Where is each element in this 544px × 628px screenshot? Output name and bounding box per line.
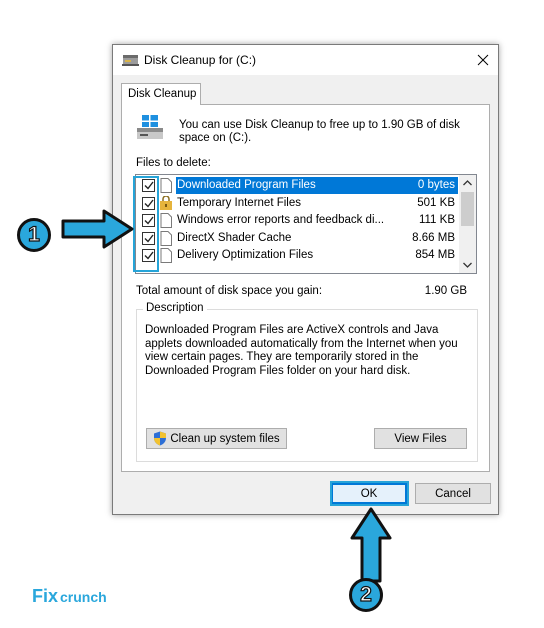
disk-cleanup-dialog: Disk Cleanup for (C:) Disk Cleanup You c… [112, 44, 499, 515]
drive-cleanup-icon [137, 115, 163, 139]
tab-label: Disk Cleanup [128, 88, 197, 100]
step-1-badge: 1 [17, 218, 51, 252]
clean-up-system-files-button[interactable]: Clean up system files [146, 428, 287, 449]
file-name: Downloaded Program Files [176, 177, 398, 194]
lock-folder-icon [160, 195, 172, 210]
file-size: 501 KB [417, 196, 455, 209]
cancel-button[interactable]: Cancel [415, 483, 491, 504]
checkbox-highlight [133, 176, 159, 272]
tab-disk-cleanup[interactable]: Disk Cleanup [121, 83, 201, 105]
step-2-badge: 2 [349, 578, 383, 612]
disk-drive-icon [122, 55, 139, 66]
list-item[interactable]: DirectX Shader Cache 8.66 MB [136, 230, 460, 248]
file-icon [160, 230, 172, 246]
close-icon [477, 54, 489, 66]
file-icon [160, 213, 172, 228]
svg-text:crunch: crunch [60, 589, 107, 605]
list-item[interactable]: Delivery Optimization Files 854 MB [136, 247, 460, 265]
description-legend: Description [143, 302, 207, 314]
chevron-up-icon[interactable] [463, 180, 472, 186]
file-size: 8.66 MB [412, 231, 455, 244]
close-button[interactable] [468, 45, 498, 75]
list-item[interactable]: Downloaded Program Files 0 bytes [136, 177, 460, 195]
file-icon [160, 248, 172, 263]
vertical-scrollbar[interactable] [459, 175, 476, 273]
shield-icon [154, 431, 167, 446]
file-size: 0 bytes [398, 177, 458, 194]
tab-panel: You can use Disk Cleanup to free up to 1… [121, 104, 490, 472]
arrow-right-icon [61, 209, 134, 249]
files-list[interactable]: Downloaded Program Files 0 bytes Tempora… [135, 174, 477, 274]
ok-highlight [330, 481, 409, 506]
list-item[interactable]: Windows error reports and feedback di...… [136, 212, 460, 230]
list-item[interactable]: Temporary Internet Files 501 KB [136, 195, 460, 213]
arrow-up-icon [350, 507, 392, 583]
file-icon [160, 178, 172, 193]
file-name: DirectX Shader Cache [177, 231, 292, 244]
intro-text: You can use Disk Cleanup to free up to 1… [179, 119, 460, 144]
file-size: 111 KB [418, 214, 455, 226]
file-name: Windows error reports and feedback di... [177, 214, 385, 226]
file-size: 854 MB [415, 249, 455, 261]
description-text: Downloaded Program Files are ActiveX con… [145, 324, 458, 377]
clean-up-label: Clean up system files [170, 432, 280, 445]
file-name: Delivery Optimization Files [177, 249, 314, 261]
total-space-value: 1.90 GB [424, 285, 467, 297]
svg-text:Fix: Fix [32, 586, 58, 606]
scrollbar-thumb[interactable] [461, 192, 474, 226]
total-space-label: Total amount of disk space you gain: [136, 285, 323, 297]
fixcrunch-logo: Fix crunch [32, 586, 107, 606]
title-bar: Disk Cleanup for (C:) [113, 45, 498, 75]
window-title: Disk Cleanup for (C:) [144, 53, 257, 67]
files-to-delete-label: Files to delete: [136, 157, 211, 169]
view-files-button[interactable]: View Files [374, 428, 467, 449]
chevron-down-icon[interactable] [463, 262, 472, 268]
file-name: Temporary Internet Files [177, 196, 301, 209]
